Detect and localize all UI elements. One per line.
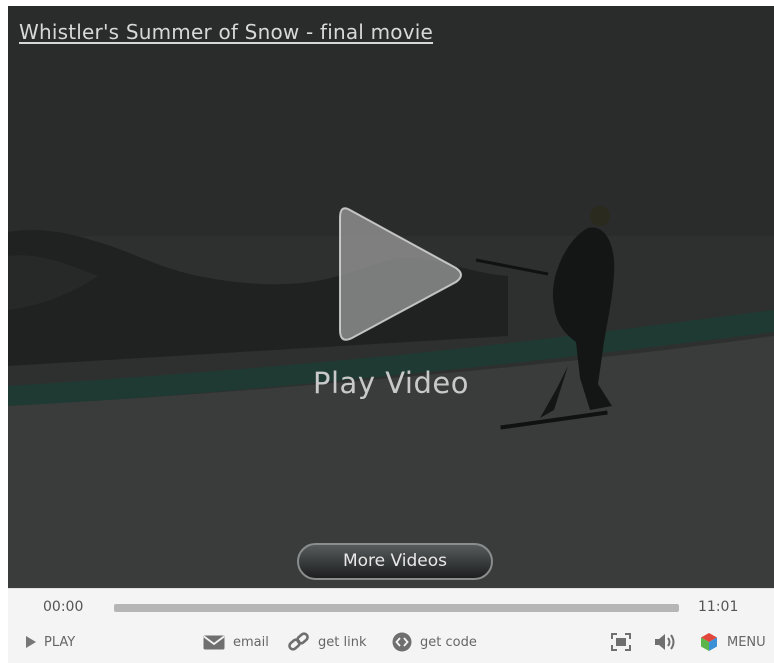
current-time: 00:00 — [43, 599, 84, 615]
play-button[interactable]: PLAY — [26, 631, 75, 653]
more-videos-button[interactable]: More Videos — [297, 543, 493, 580]
menu-button[interactable]: MENU — [699, 631, 766, 653]
fullscreen-button[interactable] — [611, 631, 631, 653]
email-button[interactable]: email — [203, 631, 269, 653]
envelope-icon — [203, 635, 225, 649]
menu-cube-icon — [701, 633, 717, 651]
chain-link-icon — [288, 632, 309, 651]
get-code-label: get code — [420, 634, 477, 650]
play-video-label[interactable]: Play Video — [8, 366, 774, 400]
video-area[interactable]: Whistler's Summer of Snow - final movie … — [8, 6, 774, 588]
play-button-label: PLAY — [44, 634, 76, 650]
large-play-icon — [339, 207, 462, 341]
menu-label: MENU — [727, 634, 766, 650]
play-icon — [26, 636, 36, 648]
duration-time: 11:01 — [698, 599, 739, 615]
fullscreen-icon — [611, 633, 631, 651]
video-title[interactable]: Whistler's Summer of Snow - final movie — [19, 20, 433, 44]
play-video-button[interactable] — [336, 202, 466, 348]
get-link-button[interactable]: get link — [288, 631, 366, 653]
get-code-button[interactable]: get code — [392, 631, 477, 653]
progress-bar[interactable] — [114, 604, 679, 612]
get-link-label: get link — [318, 634, 367, 650]
email-label: email — [233, 634, 269, 650]
speaker-icon — [655, 634, 675, 650]
code-icon — [392, 632, 412, 652]
video-player: Whistler's Summer of Snow - final movie … — [0, 0, 774, 663]
control-bar: 00:00 11:01 PLAY email get link get code — [8, 588, 774, 663]
volume-button[interactable] — [653, 631, 677, 653]
